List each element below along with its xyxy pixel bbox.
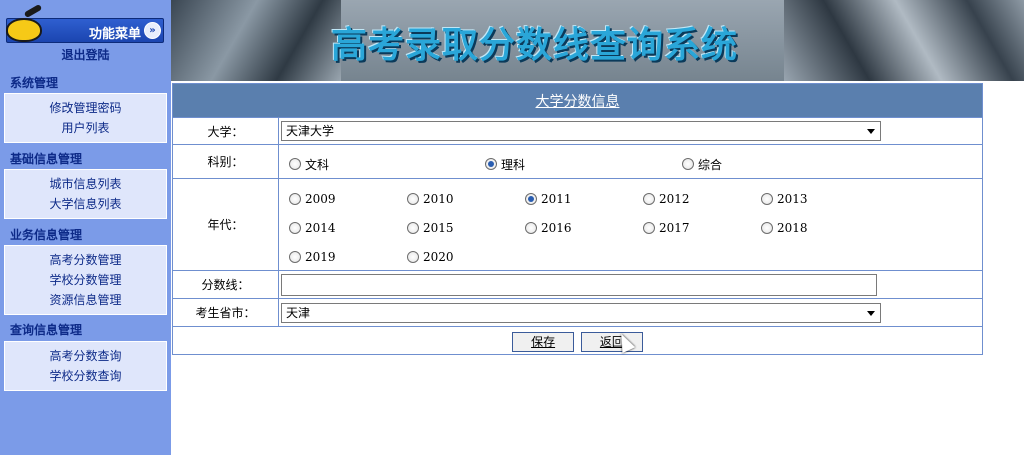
menu-item-change-password[interactable]: 修改管理密码 xyxy=(5,98,166,118)
radio-icon xyxy=(289,192,301,205)
radio-year-2015[interactable]: 2015 xyxy=(407,221,454,235)
back-button[interactable]: 返回 xyxy=(580,331,643,352)
radio-icon xyxy=(643,221,655,234)
radio-icon xyxy=(289,158,301,170)
province-select[interactable]: 天津 xyxy=(281,302,881,323)
radio-category-wenke[interactable]: 文科 xyxy=(289,156,329,173)
header-banner: 高考录取分数线查询系统 xyxy=(171,0,1024,81)
radio-year-2019[interactable]: 2019 xyxy=(289,250,336,264)
radio-icon xyxy=(289,221,301,234)
radio-icon xyxy=(761,192,773,205)
university-score-form: 大学分数信息 大学： 天津大学 科别： 文科 理科 综合 年代： 2009 20… xyxy=(172,83,983,355)
radio-year-2013[interactable]: 2013 xyxy=(761,192,808,206)
menu-item-university-list[interactable]: 大学信息列表 xyxy=(5,194,166,214)
radio-year-2017[interactable]: 2017 xyxy=(643,221,690,235)
radio-year-2012[interactable]: 2012 xyxy=(643,192,690,206)
radio-icon xyxy=(682,158,694,170)
menu-item-city-list[interactable]: 城市信息列表 xyxy=(5,174,166,194)
double-chevron-down-icon[interactable]: » xyxy=(144,22,161,39)
menu-item-user-list[interactable]: 用户列表 xyxy=(5,118,166,138)
university-select-value: 天津大学 xyxy=(286,124,335,138)
score-input[interactable] xyxy=(281,273,877,296)
section-system-items: 修改管理密码 用户列表 xyxy=(4,93,167,143)
dropdown-arrow-icon xyxy=(867,129,875,134)
radio-year-2014[interactable]: 2014 xyxy=(289,221,336,235)
radio-icon xyxy=(289,250,301,263)
radio-year-2011[interactable]: 2011 xyxy=(525,192,572,206)
menu-item-exam-score-query[interactable]: 高考分数查询 xyxy=(5,346,166,366)
radio-category-zonghe[interactable]: 综合 xyxy=(682,156,722,173)
menu-item-school-score-manage[interactable]: 学校分数管理 xyxy=(5,270,166,290)
dropdown-arrow-icon xyxy=(867,310,875,316)
menu-item-exam-score-manage[interactable]: 高考分数管理 xyxy=(5,250,166,270)
section-title-system[interactable]: 系统管理 xyxy=(10,74,58,91)
form-caption-bar: 大学分数信息 xyxy=(172,83,983,118)
radio-icon xyxy=(407,192,419,205)
radio-selected-icon xyxy=(485,158,497,170)
sidebar: 功能菜单 » 退出登陆 系统管理 修改管理密码 用户列表 基础信息管理 城市信息… xyxy=(0,0,171,455)
radio-year-2010[interactable]: 2010 xyxy=(407,192,454,206)
form-actions: 保存 返回 xyxy=(172,326,983,355)
year-radio-group: 2009 2010 2011 2012 2013 2014 2015 2016 … xyxy=(281,182,982,268)
menu-item-school-score-query[interactable]: 学校分数查询 xyxy=(5,366,166,386)
banner-artwork-right xyxy=(784,0,1024,81)
year-label: 年代： xyxy=(172,178,279,271)
radio-icon xyxy=(761,221,773,234)
section-title-business[interactable]: 业务信息管理 xyxy=(10,226,82,243)
radio-year-2018[interactable]: 2018 xyxy=(761,221,808,235)
radio-year-2016[interactable]: 2016 xyxy=(525,221,572,235)
section-query-items: 高考分数查询 学校分数查询 xyxy=(4,341,167,391)
radio-icon xyxy=(525,221,537,234)
form-caption: 大学分数信息 xyxy=(535,93,620,110)
radio-year-2020[interactable]: 2020 xyxy=(407,250,454,264)
save-button[interactable]: 保存 xyxy=(512,331,575,352)
banner-artwork-left xyxy=(171,0,341,81)
university-label: 大学： xyxy=(172,117,279,145)
radio-category-like[interactable]: 理科 xyxy=(485,156,525,173)
radio-icon xyxy=(407,250,419,263)
radio-selected-icon xyxy=(525,192,537,205)
menu-item-resource-manage[interactable]: 资源信息管理 xyxy=(5,290,166,310)
radio-year-2009[interactable]: 2009 xyxy=(289,192,336,206)
section-business-items: 高考分数管理 学校分数管理 资源信息管理 xyxy=(4,245,167,315)
section-title-basic-info[interactable]: 基础信息管理 xyxy=(10,150,82,167)
banner-title: 高考录取分数线查询系统 xyxy=(331,25,739,66)
radio-icon xyxy=(643,192,655,205)
province-select-value: 天津 xyxy=(286,305,311,320)
province-label: 考生省市： xyxy=(172,298,279,327)
menu-title: 功能菜单 xyxy=(89,27,142,42)
logout-link[interactable]: 退出登陆 xyxy=(0,46,171,63)
section-title-query[interactable]: 查询信息管理 xyxy=(10,321,82,338)
university-select[interactable]: 天津大学 xyxy=(281,121,881,141)
mascot-logo-icon xyxy=(4,3,46,44)
category-label: 科别： xyxy=(172,144,279,179)
section-basic-items: 城市信息列表 大学信息列表 xyxy=(4,169,167,219)
radio-icon xyxy=(407,221,419,234)
score-label: 分数线： xyxy=(172,270,279,299)
